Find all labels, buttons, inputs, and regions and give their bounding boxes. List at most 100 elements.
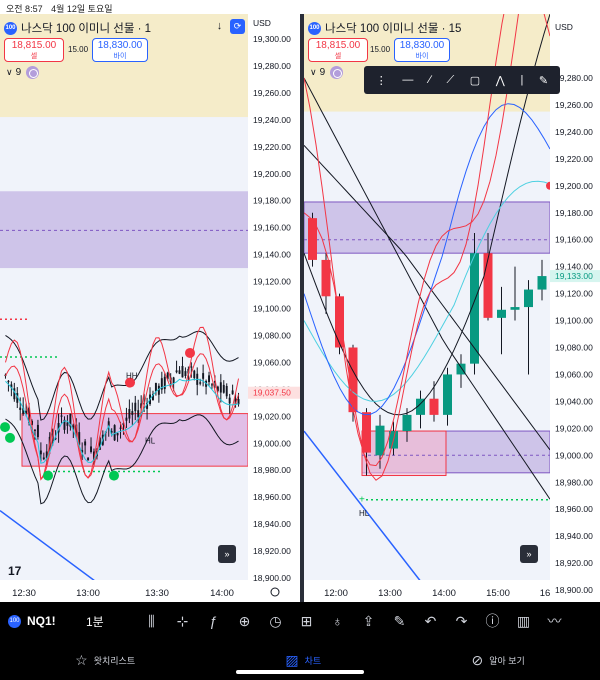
chevron-down-icon[interactable]: ∨ xyxy=(6,67,13,78)
indicator-toggle[interactable]: ∨ 9 xyxy=(310,66,344,79)
price-tick: 19,000.00 xyxy=(555,450,593,460)
price-tick: 19,200.00 xyxy=(555,181,593,191)
tradingview-logo-icon: 17 xyxy=(8,564,22,578)
sell-price: 18,815.00 xyxy=(11,40,57,51)
scroll-to-realtime-button[interactable]: » xyxy=(218,545,236,563)
candle-body xyxy=(510,307,520,310)
ray-tool-icon[interactable]: ⟋ xyxy=(446,74,454,87)
tab-explore[interactable]: ⊘ 알아 보기 xyxy=(471,652,524,669)
undo-icon[interactable]: ↶ xyxy=(415,613,446,630)
vertical-line-tool-icon[interactable]: | xyxy=(520,74,523,86)
candle-body xyxy=(84,441,87,446)
chart-pane-15m[interactable]: HL +19,280.00 19,260.00 19,240.00 19,220.00 1… xyxy=(304,14,600,602)
candle-body xyxy=(199,382,202,384)
indicator-eye-icon[interactable] xyxy=(26,66,40,79)
buy-label: 바이 xyxy=(113,53,127,60)
candle-body xyxy=(7,380,10,383)
tab-chart[interactable]: ▨ 차트 xyxy=(285,652,321,669)
spread-value: 15.00 xyxy=(68,45,89,54)
signal-cross-icon: + xyxy=(359,494,365,505)
chart-pane-1m[interactable]: HH HL 19,300.00 19,280.00 19,260.00 19,240.00… xyxy=(0,14,300,602)
price-tick: 19,140.00 xyxy=(253,250,291,260)
alarm-clock-icon[interactable]: ◷ xyxy=(260,613,291,630)
price-tick: 19,040.00 xyxy=(555,396,593,406)
trend-line-tool-icon[interactable]: ∕ xyxy=(429,74,431,86)
time-tick: 15:00 xyxy=(486,588,510,599)
price-tick: 18,900.00 xyxy=(555,585,593,595)
star-icon: ☆ xyxy=(75,651,88,668)
spread-value: 15.00 xyxy=(370,45,391,54)
buy-button[interactable]: 18,830.00 바이 xyxy=(394,38,450,62)
status-date: 4월 12일 토요일 xyxy=(51,4,113,14)
crosshair-icon[interactable]: ⊹ xyxy=(167,613,198,630)
wave-icon[interactable]: 〰 xyxy=(539,611,570,631)
time-tick: 14:00 xyxy=(432,588,456,599)
demand-zone-red xyxy=(361,430,447,477)
chart-title: 나스닥 100 이미니 선물 · 15 xyxy=(325,23,462,35)
price-tick: 18,980.00 xyxy=(555,477,593,487)
candle-body xyxy=(402,414,412,432)
candle-body xyxy=(181,365,184,378)
candle-body xyxy=(362,412,371,453)
candle-body xyxy=(222,384,225,393)
candle-body xyxy=(175,370,178,373)
price-tick: 18,940.00 xyxy=(555,531,593,541)
sell-button[interactable]: 18,815.00 셀 xyxy=(4,38,64,62)
bar-chart-icon[interactable]: ▥ xyxy=(508,613,539,630)
chevron-down-icon[interactable]: ∨ xyxy=(310,67,317,78)
candle-style-icon[interactable]: ⫼ xyxy=(136,613,167,630)
redo-icon[interactable]: ↷ xyxy=(446,613,477,630)
candle-body xyxy=(116,433,119,436)
symbol-selector[interactable]: 100 NQ1! xyxy=(8,614,86,628)
candle-body xyxy=(172,377,175,384)
home-indicator xyxy=(236,670,364,674)
price-tick: 19,080.00 xyxy=(253,330,291,340)
rectangle-tool-icon[interactable]: ▢ xyxy=(470,74,480,87)
buy-button[interactable]: 18,830.00 바이 xyxy=(92,38,148,62)
chart-canvas-1m[interactable]: HH HL 19,300.00 19,280.00 19,260.00 19,240.00… xyxy=(0,14,300,602)
share-icon[interactable]: ⇪ xyxy=(353,613,384,630)
price-tick: 19,100.00 xyxy=(555,316,593,326)
signal-dot xyxy=(109,470,119,481)
candle-body xyxy=(19,407,22,410)
candle-body xyxy=(375,425,385,456)
compass-icon: ⊘ xyxy=(471,651,484,668)
path-tool-icon[interactable]: ⋀ xyxy=(496,74,505,87)
price-tick: 19,120.00 xyxy=(555,289,593,299)
arrow-down-icon[interactable]: ↓ xyxy=(212,19,227,34)
indicators-fx-icon[interactable]: ƒ xyxy=(198,613,229,629)
sell-button[interactable]: 18,815.00 셀 xyxy=(308,38,368,62)
time-tick: 13:30 xyxy=(145,588,169,599)
candle-body xyxy=(134,402,137,412)
notes-icon[interactable]: ✎ xyxy=(384,613,415,630)
scroll-to-realtime-button[interactable]: » xyxy=(520,545,538,563)
price-tick: 19,220.00 xyxy=(555,154,593,164)
price-tick: 19,280.00 xyxy=(253,61,291,71)
supply-zone xyxy=(0,191,248,269)
drag-handle-icon[interactable]: ⋮ xyxy=(376,74,387,87)
horizontal-line-tool-icon[interactable]: — xyxy=(402,74,413,86)
candle-body xyxy=(483,253,493,318)
bottom-toolbar: 100 NQ1! 1분 ⫼ ⊹ ƒ ⊕ ◷ ⊞ ♁ ⇪ ✎ ↶ ↷ ⓘ ▥ 〰 xyxy=(0,602,600,640)
layout-grid-icon[interactable]: ⊞ xyxy=(291,613,322,630)
brush-tool-icon[interactable]: ✎ xyxy=(539,74,548,87)
sync-icon[interactable]: ⟳ xyxy=(230,19,245,34)
add-plus-icon[interactable]: ⊕ xyxy=(229,613,260,630)
timeframe-selector[interactable]: 1분 xyxy=(86,613,136,630)
indicator-toggle[interactable]: ∨ 9 xyxy=(6,66,40,79)
price-tick: 18,920.00 xyxy=(253,546,291,556)
info-icon[interactable]: ⓘ xyxy=(477,611,508,631)
price-tick: 18,920.00 xyxy=(555,558,593,568)
candle-body xyxy=(39,450,42,455)
sell-label: 셀 xyxy=(334,53,342,60)
idea-bulb-icon[interactable]: ♁ xyxy=(322,613,353,629)
indicator-eye-icon[interactable] xyxy=(330,66,344,79)
chart-canvas-15m[interactable]: HL +19,280.00 19,260.00 19,240.00 19,220.00 1… xyxy=(304,14,600,602)
nq-logo-icon: 100 xyxy=(308,21,321,35)
tab-label: 알아 보기 xyxy=(489,655,525,666)
price-tick: 19,020.00 xyxy=(253,411,291,421)
price-tick: 18,900.00 xyxy=(253,573,291,583)
tab-watchlist[interactable]: ☆ 왓치리스트 xyxy=(75,652,135,669)
signal-dot xyxy=(185,347,195,358)
price-tick: 19,240.00 xyxy=(555,127,593,137)
